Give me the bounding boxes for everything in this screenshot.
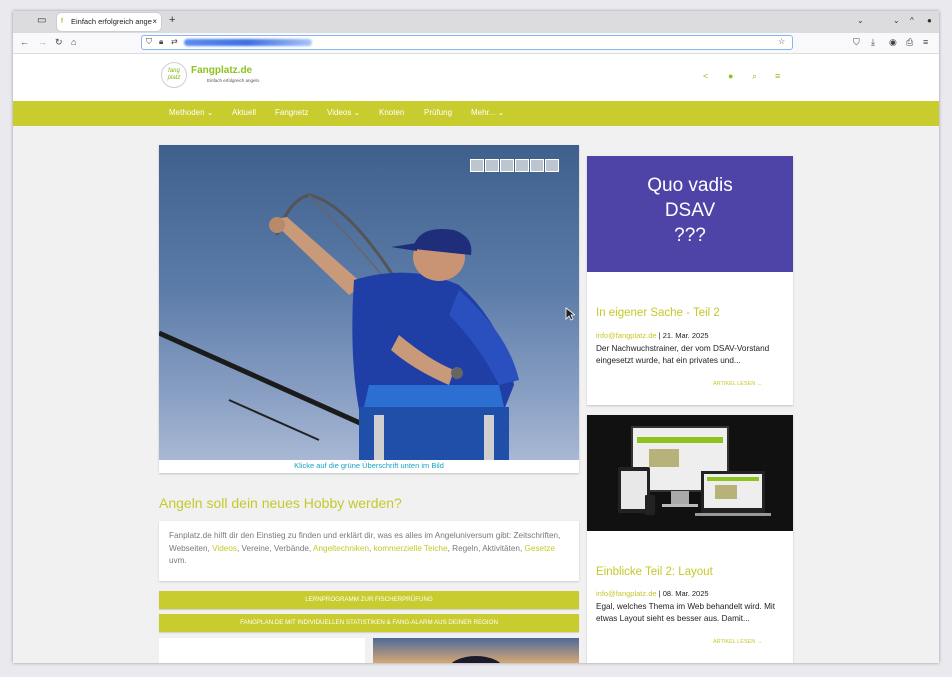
link-angeltechniken[interactable]: Angeltechniken xyxy=(313,544,369,553)
back-icon[interactable]: ← xyxy=(20,37,29,47)
pocket-icon[interactable]: ⛉ xyxy=(853,37,860,48)
site-logo[interactable]: fang platz xyxy=(161,62,187,88)
link-gesetze[interactable]: Gesetze xyxy=(525,544,556,553)
banner-line: DSAV xyxy=(664,200,716,221)
article-meta: info@fangplatz.de | 21. Mar. 2025 xyxy=(596,331,709,340)
browser-window: ▭ f Einfach erfolgreich ange × + ⌄ ⌄ ^ ●… xyxy=(13,11,939,663)
slider-thumbnails[interactable] xyxy=(470,159,560,177)
hamburger-menu-icon[interactable]: ≡ xyxy=(775,71,780,81)
main-menu: Methoden ⌄ Aktuell Fangnetz Videos ⌄ Kno… xyxy=(13,101,939,126)
downloads-icon[interactable]: ⤓ xyxy=(871,37,875,48)
article-title[interactable]: Einblicke Teil 2: Layout xyxy=(596,566,713,578)
article-date: | 21. Mar. 2025 xyxy=(656,331,709,340)
slider-thumb-2[interactable] xyxy=(485,159,499,172)
hero-caption[interactable]: Klicke auf die grüne Überschrift unten i… xyxy=(159,461,579,470)
share-icon[interactable]: < xyxy=(703,71,708,81)
tab-close-icon[interactable]: × xyxy=(152,13,157,31)
maximize-button[interactable]: ^ xyxy=(910,16,914,25)
intro-text-part: , Regeln, Aktivitäten, xyxy=(447,543,525,553)
permissions-icon[interactable]: ⇄ xyxy=(171,37,178,46)
sunset-image xyxy=(451,656,501,663)
page-headline: Angeln soll dein neues Hobby werden? xyxy=(159,495,402,511)
site-title[interactable]: Fangplatz.de xyxy=(191,65,252,76)
read-article-link[interactable]: Artikel lesen → xyxy=(713,639,762,645)
author-email[interactable]: info@fangplatz.de xyxy=(596,589,657,598)
intro-text-part: uvm. xyxy=(169,556,187,565)
user-icon[interactable]: ● xyxy=(728,71,733,81)
link-videos[interactable]: Videos xyxy=(212,544,237,553)
menu-item-videos[interactable]: Videos ⌄ xyxy=(327,108,360,117)
site-subtitle: Einfach erfolgreich angeln. xyxy=(207,78,261,83)
slider-thumb-1[interactable] xyxy=(470,159,484,172)
new-tab-button[interactable]: + xyxy=(169,14,175,26)
account-icon[interactable]: ◉ xyxy=(889,37,897,48)
menu-item-methoden[interactable]: Methoden ⌄ xyxy=(169,108,214,117)
extensions-icon[interactable]: ⎙ xyxy=(906,37,913,48)
lock-icon[interactable]: 🔒︎ xyxy=(159,37,163,47)
hero-slider[interactable]: Klicke auf die grüne Überschrift unten i… xyxy=(159,145,579,473)
url-text-redacted xyxy=(184,39,312,46)
devices-mockup xyxy=(618,426,771,516)
article-card-2[interactable]: Einblicke Teil 2: Layout info@fangplatz.… xyxy=(587,415,793,663)
home-icon[interactable]: ⌂ xyxy=(71,37,76,47)
devices-image[interactable] xyxy=(587,415,793,531)
list-all-tabs-icon[interactable]: ⌄ xyxy=(857,16,864,25)
article-excerpt: Egal, welches Thema im Web behandelt wir… xyxy=(596,602,775,623)
article-excerpt: Der Nachwuchstrainer, der vom DSAV-Vorst… xyxy=(596,344,770,365)
intro-text: Fanplatz.de hilft dir den Einstieg zu fi… xyxy=(159,521,579,581)
read-article-link[interactable]: Artikel lesen → xyxy=(713,381,762,387)
hero-image-angler[interactable] xyxy=(159,145,579,460)
banner-line: Quo vadis xyxy=(647,175,733,196)
menu-item-mehr[interactable]: Mehr... ⌄ xyxy=(471,108,504,117)
slider-thumb-4[interactable] xyxy=(515,159,529,172)
url-bar[interactable]: ⛉ 🔒︎ ⇄ ☆ xyxy=(141,35,793,50)
banner-line: ??? xyxy=(674,225,706,246)
tab-list-icon[interactable]: ▭ xyxy=(37,15,46,26)
minimize-button[interactable]: ⌄ xyxy=(893,16,900,25)
bottom-card-right[interactable] xyxy=(373,638,579,663)
close-window-button[interactable]: ● xyxy=(927,16,932,25)
site-header: fang platz Fangplatz.de Einfach erfolgre… xyxy=(13,54,939,101)
menu-item-fangnetz[interactable]: Fangnetz xyxy=(275,108,308,117)
slider-thumb-5[interactable] xyxy=(530,159,544,172)
article-date: | 08. Mar. 2025 xyxy=(656,589,709,598)
article-title[interactable]: In eigener Sache - Teil 2 xyxy=(596,307,720,319)
author-email[interactable]: info@fangplatz.de xyxy=(596,331,657,340)
menu-item-knoten[interactable]: Knoten xyxy=(379,108,404,117)
angler-photo xyxy=(159,193,519,460)
webpage: fang platz Fangplatz.de Einfach erfolgre… xyxy=(13,54,939,663)
link-kommerzielle-teiche[interactable]: kommerzielle Teiche xyxy=(374,544,448,553)
bottom-card-left[interactable] xyxy=(159,638,365,663)
navigation-toolbar: ← → ↻ ⌂ ⛉ 🔒︎ ⇄ ☆ ⛉ ⤓ ◉ ⎙ ≡ xyxy=(13,33,939,54)
article-meta: info@fangplatz.de | 08. Mar. 2025 xyxy=(596,589,709,598)
intro-text-part: , Vereine, Verbände, xyxy=(236,543,314,553)
tab-bar: ▭ f Einfach erfolgreich ange × + ⌄ ⌄ ^ ● xyxy=(13,11,939,33)
slider-thumb-6[interactable] xyxy=(545,159,559,172)
bookmark-star-icon[interactable]: ☆ xyxy=(778,37,785,46)
fischerpruefung-button[interactable]: Lernprogramm zur Fischerprüfung xyxy=(159,591,579,609)
shield-icon[interactable]: ⛉ xyxy=(146,37,152,47)
forward-icon[interactable]: → xyxy=(38,37,47,47)
tab-title: Einfach erfolgreich ange xyxy=(71,17,152,26)
search-icon[interactable]: ⌕ xyxy=(752,71,757,82)
slider-thumb-3[interactable] xyxy=(500,159,514,172)
quo-vadis-banner[interactable]: Quo vadis DSAV ??? xyxy=(587,156,793,272)
menu-item-aktuell[interactable]: Aktuell xyxy=(232,108,256,117)
tab-active[interactable]: f Einfach erfolgreich ange × xyxy=(57,13,161,31)
mouse-cursor-icon xyxy=(565,307,575,321)
favicon-icon: f xyxy=(61,18,63,25)
menu-item-pruefung[interactable]: Prüfung xyxy=(424,108,452,117)
reload-icon[interactable]: ↻ xyxy=(55,37,63,48)
fangplan-button[interactable]: Fangplan.de mit individuellen Statistike… xyxy=(159,614,579,632)
menu-icon[interactable]: ≡ xyxy=(923,37,928,47)
article-card-1[interactable]: Quo vadis DSAV ??? In eigener Sache - Te… xyxy=(587,156,793,405)
